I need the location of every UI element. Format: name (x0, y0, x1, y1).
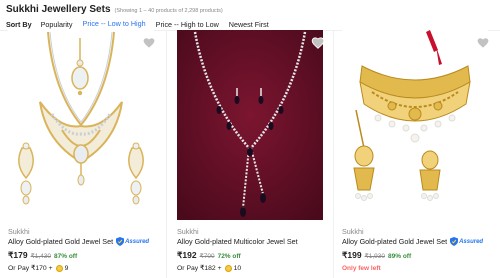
product-name[interactable]: Alloy Gold-plated Gold Jewel Set Assured (342, 237, 483, 246)
product-image[interactable] (8, 30, 154, 220)
selling-price: ₹192 (177, 250, 197, 260)
discount-percent: 89% off (388, 253, 412, 260)
stock-warning: Only few left (342, 265, 381, 272)
original-price: ₹700 (199, 253, 215, 260)
product-name-text: Alloy Gold-plated Multicolor Jewel Set (177, 237, 298, 246)
sort-label: Sort By (6, 19, 32, 29)
product-brand: Sukkhi (177, 227, 199, 236)
product-name[interactable]: Alloy Gold-plated Gold Jewel Set Assured (8, 237, 149, 246)
result-count: (Showing 1 – 40 products of 2,298 produc… (114, 8, 223, 14)
price-row: ₹199 ₹1,930 89% off (342, 250, 411, 261)
coin-count: 9 (64, 264, 69, 272)
price-row: ₹179 ₹1,430 87% off (8, 250, 77, 261)
product-brand: Sukkhi (342, 227, 364, 236)
wishlist-heart-icon[interactable] (142, 36, 156, 50)
product-card[interactable]: Sukkhi Alloy Gold-plated Multicolor Jewe… (167, 30, 333, 278)
wishlist-heart-icon[interactable] (311, 36, 325, 50)
or-pay-text: Or Pay ₹182 + (177, 265, 222, 272)
discount-percent: 87% off (54, 253, 78, 260)
product-name-text: Alloy Gold-plated Gold Jewel Set (342, 237, 448, 246)
selling-price: ₹179 (8, 250, 28, 260)
assured-label: Assured (459, 238, 484, 245)
assured-label: Assured (125, 238, 150, 245)
product-card[interactable]: Sukkhi Alloy Gold-plated Gold Jewel Set … (0, 30, 166, 278)
assured-shield-icon (450, 237, 459, 246)
assured-shield-icon (116, 237, 125, 246)
or-pay-text: Or Pay ₹170 + (8, 265, 53, 272)
product-image[interactable] (342, 30, 488, 220)
selling-price: ₹199 (342, 250, 362, 260)
product-name[interactable]: Alloy Gold-plated Multicolor Jewel Set (177, 237, 298, 246)
supercoin-offer: Or Pay ₹170 + 9 (8, 264, 68, 272)
price-row: ₹192 ₹700 72% off (177, 250, 241, 261)
supercoin-icon (55, 264, 63, 272)
coin-count: 10 (233, 264, 242, 272)
assured-badge: Assured (116, 237, 149, 246)
supercoin-offer: Or Pay ₹182 + 10 (177, 264, 241, 272)
wishlist-heart-icon[interactable] (476, 36, 490, 50)
product-card[interactable]: Sukkhi Alloy Gold-plated Gold Jewel Set … (334, 30, 500, 278)
original-price: ₹1,930 (364, 253, 385, 260)
product-image[interactable] (177, 30, 323, 220)
product-name-text: Alloy Gold-plated Gold Jewel Set (8, 237, 114, 246)
supercoin-icon (224, 264, 232, 272)
product-brand: Sukkhi (8, 227, 30, 236)
original-price: ₹1,430 (30, 253, 51, 260)
page-title: Sukkhi Jewellery Sets (6, 4, 111, 15)
assured-badge: Assured (450, 237, 483, 246)
discount-percent: 72% off (217, 253, 241, 260)
